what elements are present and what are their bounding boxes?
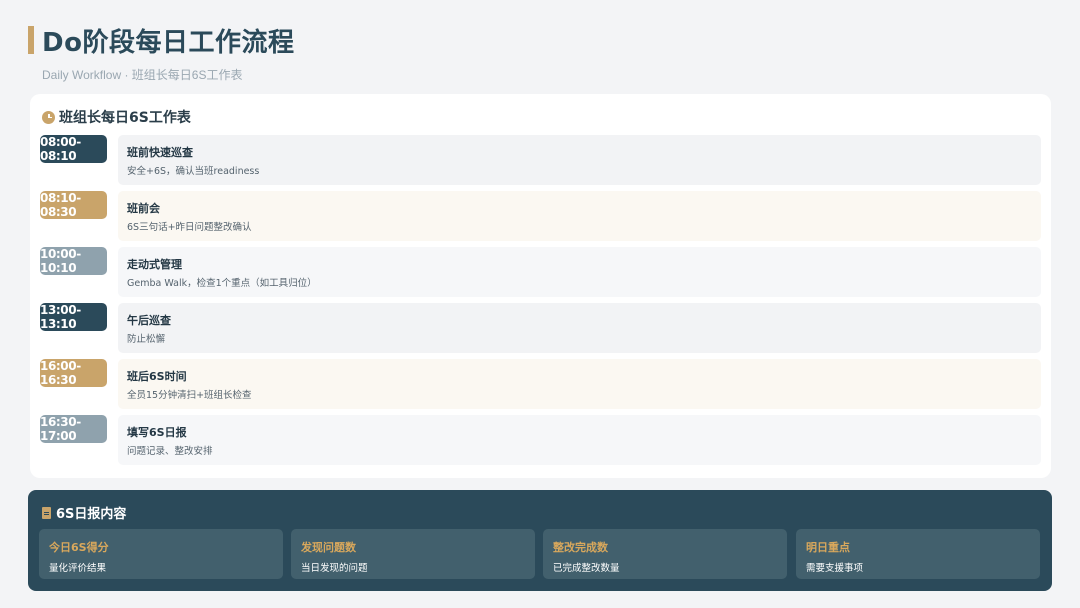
page-subtitle: Daily Workflow · 班组长每日6S工作表 — [42, 68, 243, 82]
schedule-row: 10:00-10:10 走动式管理 Gemba Walk，检查1个重点（如工具归… — [40, 247, 1041, 297]
report-item-title: 整改完成数 — [553, 541, 608, 554]
task-box: 午后巡查 防止松懈 — [118, 303, 1041, 353]
task-description: 6S三句话+昨日问题整改确认 — [127, 222, 252, 233]
report-item-title: 今日6S得分 — [49, 541, 109, 554]
task-description: 问题记录、整改安排 — [127, 446, 213, 457]
report-item: 发现问题数 当日发现的问题 — [291, 529, 535, 579]
title-accent-bar — [28, 26, 34, 54]
time-badge: 10:00-10:10 — [40, 247, 107, 275]
document-icon — [42, 506, 51, 519]
report-header: 6S日报内容 — [42, 503, 126, 522]
report-item-description: 量化评价结果 — [49, 563, 107, 574]
time-badge: 13:00-13:10 — [40, 303, 107, 331]
task-description: 安全+6S，确认当班readiness — [127, 166, 260, 177]
task-title: 班后6S时间 — [127, 370, 187, 383]
report-item-description: 需要支援事项 — [806, 563, 864, 574]
task-description: Gemba Walk，检查1个重点（如工具归位） — [127, 278, 317, 289]
report-item-title: 发现问题数 — [301, 541, 356, 554]
task-title: 走动式管理 — [127, 258, 182, 271]
report-item-description: 已完成整改数量 — [553, 563, 620, 574]
report-item: 今日6S得分 量化评价结果 — [39, 529, 283, 579]
task-box: 走动式管理 Gemba Walk，检查1个重点（如工具归位） — [118, 247, 1041, 297]
task-title: 班前快速巡查 — [127, 146, 193, 159]
schedule-row: 16:00-16:30 班后6S时间 全员15分钟清扫+班组长检查 — [40, 359, 1041, 409]
report-title: 6S日报内容 — [56, 507, 127, 522]
time-badge: 08:10-08:30 — [40, 191, 107, 219]
schedule-header: 班组长每日6S工作表 — [42, 107, 191, 127]
daily-report-panel: 6S日报内容 今日6S得分 量化评价结果 发现问题数 当日发现的问题 整改完成数… — [28, 490, 1052, 591]
schedule-card: 班组长每日6S工作表 08:00-08:10 班前快速巡查 安全+6S，确认当班… — [30, 94, 1051, 478]
time-badge: 08:00-08:10 — [40, 135, 107, 163]
report-item: 明日重点 需要支援事项 — [796, 529, 1040, 579]
schedule-row: 08:00-08:10 班前快速巡查 安全+6S，确认当班readiness — [40, 135, 1041, 185]
task-title: 填写6S日报 — [127, 426, 187, 439]
task-title: 班前会 — [127, 202, 160, 215]
page-title: Do阶段每日工作流程 — [42, 28, 295, 58]
task-box: 班前快速巡查 安全+6S，确认当班readiness — [118, 135, 1041, 185]
report-item: 整改完成数 已完成整改数量 — [543, 529, 787, 579]
report-item-description: 当日发现的问题 — [301, 563, 368, 574]
schedule-row: 08:10-08:30 班前会 6S三句话+昨日问题整改确认 — [40, 191, 1041, 241]
task-box: 填写6S日报 问题记录、整改安排 — [118, 415, 1041, 465]
task-description: 防止松懈 — [127, 334, 166, 345]
report-item-title: 明日重点 — [806, 541, 850, 554]
task-description: 全员15分钟清扫+班组长检查 — [127, 390, 252, 401]
time-badge: 16:30-17:00 — [40, 415, 107, 443]
task-box: 班前会 6S三句话+昨日问题整改确认 — [118, 191, 1041, 241]
schedule-row: 16:30-17:00 填写6S日报 问题记录、整改安排 — [40, 415, 1041, 465]
schedule-title: 班组长每日6S工作表 — [59, 110, 191, 126]
clock-icon — [42, 110, 55, 124]
task-box: 班后6S时间 全员15分钟清扫+班组长检查 — [118, 359, 1041, 409]
schedule-row: 13:00-13:10 午后巡查 防止松懈 — [40, 303, 1041, 353]
task-title: 午后巡查 — [127, 314, 171, 327]
time-badge: 16:00-16:30 — [40, 359, 107, 387]
